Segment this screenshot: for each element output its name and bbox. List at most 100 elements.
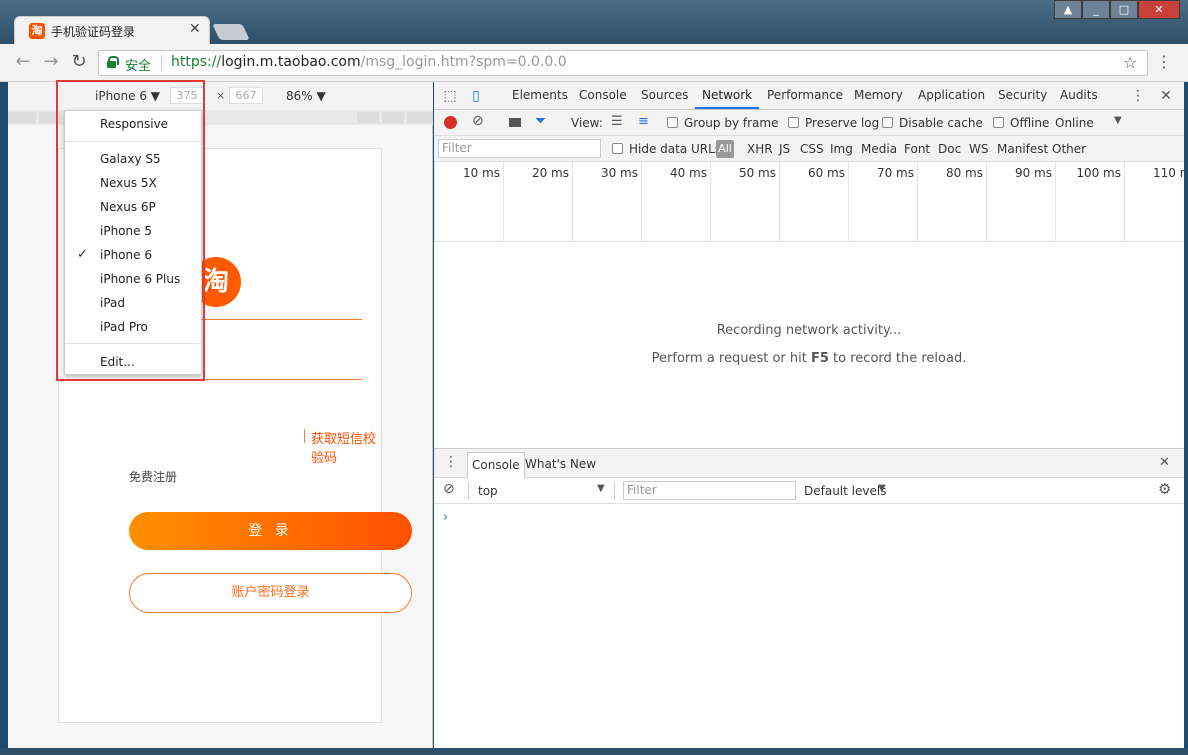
tab-security[interactable]: Security <box>998 82 1047 109</box>
large-rows-icon[interactable]: ☰ <box>611 114 623 129</box>
network-toolbar: ⊘ ⏷ View: ☰ ≡ Group by frame Preserve lo… <box>434 110 1184 136</box>
user-icon[interactable]: ▲ <box>1054 0 1082 19</box>
device-toolbar-icon[interactable]: ▯ <box>468 88 484 104</box>
hint-key: F5 <box>810 351 829 366</box>
timeline-tick: 110 ms <box>1124 162 1184 242</box>
back-icon[interactable]: ← <box>12 52 34 72</box>
filter-type-font[interactable]: Font <box>904 142 930 156</box>
dropdown-arrow-icon[interactable]: ▼ <box>597 483 605 494</box>
group-by-frame-checkbox[interactable] <box>667 117 678 128</box>
gear-icon[interactable]: ⚙ <box>1158 480 1171 498</box>
recording-message: Recording network activity... <box>716 323 902 338</box>
filter-type-other[interactable]: Other <box>1052 142 1086 156</box>
clear-icon[interactable]: ⊘ <box>472 113 484 129</box>
close-window-button[interactable]: ✕ <box>1138 0 1180 19</box>
filter-type-doc[interactable]: Doc <box>938 142 961 156</box>
record-icon[interactable] <box>444 116 457 129</box>
url-path: /msg_login.htm?spm=0.0.0.0 <box>360 54 567 70</box>
view-label: View: <box>571 116 603 130</box>
dropdown-arrow-icon: ▼ <box>316 89 326 103</box>
url-host: login.m.taobao.com <box>221 54 361 70</box>
timeline-tick: 70 ms <box>848 162 917 242</box>
dropdown-arrow-icon[interactable]: ▼ <box>1114 115 1122 126</box>
divider <box>468 482 469 499</box>
context-select[interactable]: top <box>478 484 498 498</box>
zoom-value: 86% <box>286 89 313 103</box>
tab-console[interactable]: Console <box>579 82 627 109</box>
filter-type-ws[interactable]: WS <box>969 142 988 156</box>
bookmark-star-icon[interactable]: ☆ <box>1123 53 1137 72</box>
filter-type-img[interactable]: Img <box>830 142 853 156</box>
drawer-tab-whats-new[interactable]: What's New <box>521 452 600 478</box>
address-bar[interactable]: 安全 https://login.m.taobao.com/msg_login.… <box>98 50 1148 76</box>
zoom-select[interactable]: 86% ▼ <box>286 89 326 103</box>
inspect-element-icon[interactable]: ⬚ <box>442 88 458 104</box>
maximize-button[interactable]: □ <box>1110 0 1138 19</box>
window-controls: ▲ _ □ ✕ <box>1054 0 1180 19</box>
close-drawer-icon[interactable]: ✕ <box>1159 455 1170 470</box>
capture-screenshots-icon[interactable] <box>509 118 521 127</box>
tab-sources[interactable]: Sources <box>641 82 688 109</box>
throttling-select[interactable]: Online <box>1055 116 1094 130</box>
disable-cache-label: Disable cache <box>899 116 983 130</box>
divider <box>614 482 615 499</box>
drawer-menu-icon[interactable]: ⋮ <box>444 454 458 470</box>
disable-cache-checkbox[interactable] <box>882 117 893 128</box>
waterfall-icon[interactable]: ≡ <box>638 114 649 129</box>
hide-data-urls-checkbox[interactable] <box>612 143 623 154</box>
forward-icon[interactable]: → <box>40 52 62 72</box>
tab-audits[interactable]: Audits <box>1060 82 1098 109</box>
hint-text: Perform a request or hit <box>651 351 811 366</box>
group-by-frame-label: Group by frame <box>684 116 779 130</box>
filter-type-xhr[interactable]: XHR <box>747 142 773 156</box>
console-toolbar: ⊘ top ▼ Filter Default levels ▼ ⚙ <box>434 478 1184 504</box>
free-register-link[interactable]: 免费注册 <box>129 468 177 485</box>
recording-hint: Perform a request or hit F5 to record th… <box>434 351 1184 366</box>
console-filter-input[interactable]: Filter <box>623 481 796 500</box>
tab-network[interactable]: Network <box>695 82 760 109</box>
login-button[interactable]: 登 录 <box>129 512 412 550</box>
password-login-button[interactable]: 账户密码登录 <box>129 573 412 613</box>
preserve-log-checkbox[interactable] <box>788 117 799 128</box>
timeline-tick: 50 ms <box>710 162 779 242</box>
dropdown-arrow-icon[interactable]: ▼ <box>878 483 886 494</box>
timeline-tick: 90 ms <box>986 162 1055 242</box>
timeline-tick: 30 ms <box>572 162 641 242</box>
browser-tab[interactable]: 淘 手机验证码登录 ✕ <box>14 16 210 46</box>
hint-text: to record the reload. <box>828 351 967 366</box>
timeline-tick: 100 ms <box>1055 162 1124 242</box>
reload-icon[interactable]: ↻ <box>68 52 90 72</box>
timeline-tick: 20 ms <box>503 162 572 242</box>
chrome-menu-icon[interactable]: ⋮ <box>1156 52 1172 71</box>
filter-icon[interactable]: ⏷ <box>535 113 546 129</box>
window-frame <box>0 748 1188 755</box>
network-filter-input[interactable]: Filter <box>438 139 601 158</box>
filter-type-css[interactable]: CSS <box>800 142 824 156</box>
clear-console-icon[interactable]: ⊘ <box>443 481 455 497</box>
offline-checkbox[interactable] <box>993 117 1004 128</box>
taobao-favicon-icon: 淘 <box>29 23 45 39</box>
network-overview-timeline[interactable]: 10 ms 20 ms 30 ms 40 ms 50 ms 60 ms 70 m… <box>434 162 1184 242</box>
devtools-menu-icon[interactable]: ⋮ <box>1130 88 1146 104</box>
filter-type-media[interactable]: Media <box>861 142 897 156</box>
log-levels-select[interactable]: Default levels <box>804 484 886 498</box>
filter-type-all[interactable]: All <box>716 140 734 158</box>
filter-type-manifest[interactable]: Manifest <box>997 142 1048 156</box>
tab-elements[interactable]: Elements <box>512 82 568 109</box>
console-prompt[interactable]: › <box>443 510 448 525</box>
minimize-button[interactable]: _ <box>1082 0 1110 19</box>
close-devtools-icon[interactable]: ✕ <box>1158 88 1174 104</box>
tab-title: 手机验证码登录 <box>51 25 136 39</box>
divider <box>304 429 305 443</box>
tab-application[interactable]: Application <box>918 82 985 109</box>
tab-close-icon[interactable]: ✕ <box>189 21 201 37</box>
height-input[interactable]: 667 <box>229 87 263 104</box>
devtools-tabbar: ⬚ ▯ Elements Console Sources Network Per… <box>434 82 1184 110</box>
tab-memory[interactable]: Memory <box>854 82 903 109</box>
get-sms-code-link[interactable]: 获取短信校验码 <box>311 428 381 466</box>
url-text[interactable]: https://login.m.taobao.com/msg_login.htm… <box>171 54 567 70</box>
hide-data-urls-label: Hide data URLs <box>629 142 722 156</box>
drawer-tab-console[interactable]: Console <box>467 452 525 478</box>
filter-type-js[interactable]: JS <box>779 142 790 156</box>
tab-performance[interactable]: Performance <box>767 82 843 109</box>
